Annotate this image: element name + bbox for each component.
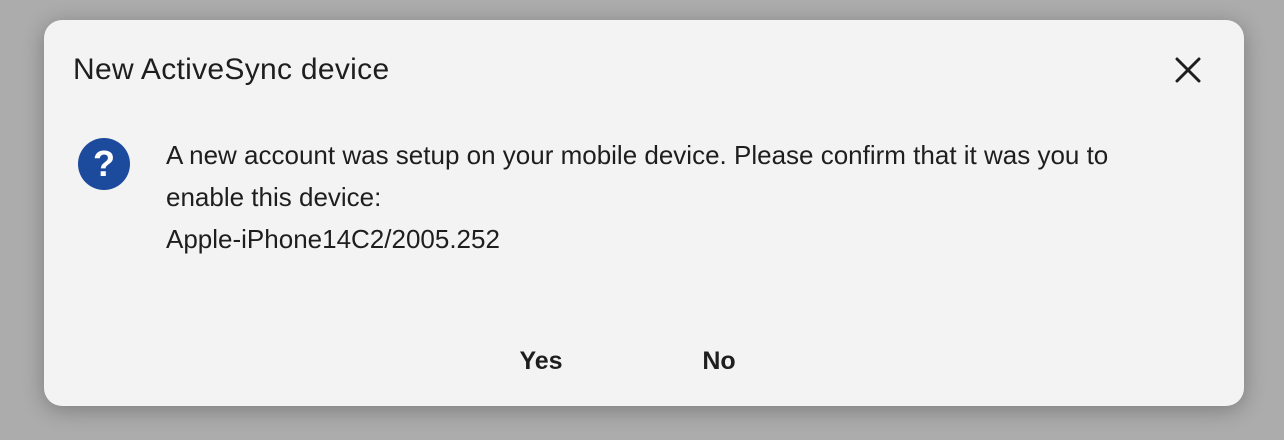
device-name: Apple-iPhone14C2/2005.252 (166, 224, 500, 254)
dialog-message: A new account was setup on your mobile d… (166, 134, 1206, 260)
question-icon: ? (78, 138, 130, 190)
yes-button[interactable]: Yes (514, 340, 568, 382)
no-button[interactable]: No (696, 340, 742, 382)
svg-text:?: ? (93, 143, 115, 184)
message-line: A new account was setup on your mobile d… (166, 140, 1109, 170)
close-icon (1175, 57, 1201, 83)
dialog-title: New ActiveSync device (73, 53, 390, 86)
activesync-device-dialog: New ActiveSync device ? A new account wa… (44, 20, 1244, 406)
message-line: enable this device: (166, 182, 382, 212)
close-button[interactable] (1168, 50, 1208, 90)
